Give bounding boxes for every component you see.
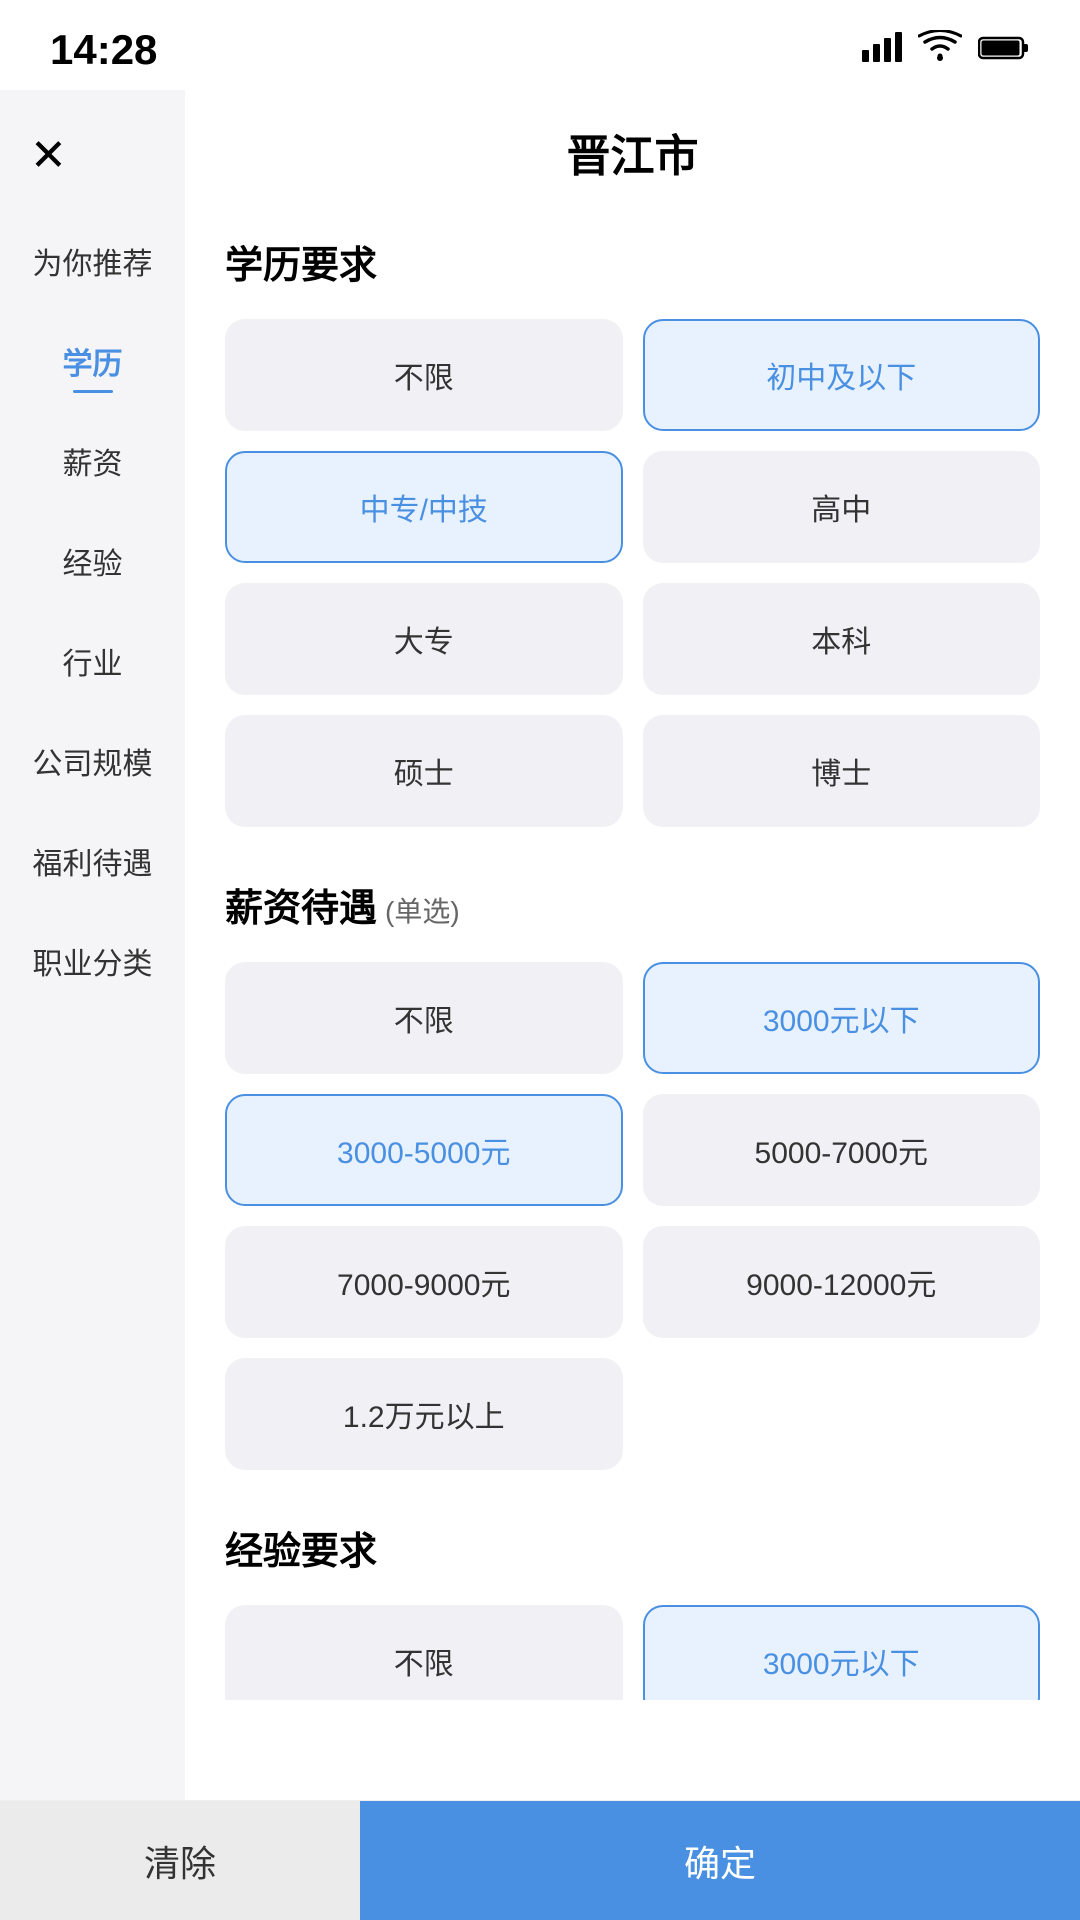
battery-icon [978,29,1030,71]
edu-vocational-btn[interactable]: 中专/中技 [225,451,623,563]
status-icons [862,29,1030,71]
clear-button[interactable]: 清除 [0,1801,360,1920]
experience-section-title: 经验要求 [225,1520,1040,1575]
sidebar: ✕ 为你推荐 学历 薪资 经验 行业 公司规模 福利待遇 职业分类 [0,90,185,1800]
edu-unlimited-btn[interactable]: 不限 [225,319,623,431]
signal-icon [862,29,902,71]
sidebar-item-education[interactable]: 学历 [0,311,185,411]
education-section-title: 学历要求 [225,234,1040,289]
sal-7000-9000-btn[interactable]: 7000-9000元 [225,1226,623,1338]
education-section: 学历要求 不限 初中及以下 中专/中技 高中 大专 本科 硕士 博士 [225,234,1040,827]
salary-section: 薪资待遇(单选) 不限 3000元以下 3000-5000元 5000-7000… [225,877,1040,1470]
sidebar-item-job-type[interactable]: 职业分类 [0,911,185,1011]
experience-section: 经验要求 不限 3000元以下 [225,1520,1040,1700]
salary-section-title: 薪资待遇(单选) [225,877,1040,932]
sidebar-item-benefits[interactable]: 福利待遇 [0,811,185,911]
page-title: 晋江市 [225,120,1040,184]
sidebar-item-recommend[interactable]: 为你推荐 [0,211,185,311]
edu-highschool-btn[interactable]: 高中 [643,451,1041,563]
salary-options-grid: 不限 3000元以下 3000-5000元 5000-7000元 7000-90… [225,962,1040,1470]
sal-unlimited-btn[interactable]: 不限 [225,962,623,1074]
edu-junior-btn[interactable]: 初中及以下 [643,319,1041,431]
confirm-button[interactable]: 确定 [360,1801,1080,1920]
sidebar-item-salary[interactable]: 薪资 [0,411,185,511]
sal-3000-5000-btn[interactable]: 3000-5000元 [225,1094,623,1206]
status-time: 14:28 [50,26,157,74]
edu-college-btn[interactable]: 大专 [225,583,623,695]
sidebar-item-experience[interactable]: 经验 [0,511,185,611]
exp-below3000-btn[interactable]: 3000元以下 [643,1605,1041,1700]
wifi-icon [918,29,962,71]
education-options-grid: 不限 初中及以下 中专/中技 高中 大专 本科 硕士 博士 [225,319,1040,827]
sidebar-item-industry[interactable]: 行业 [0,611,185,711]
exp-unlimited-btn[interactable]: 不限 [225,1605,623,1700]
edu-master-btn[interactable]: 硕士 [225,715,623,827]
sidebar-item-company-size[interactable]: 公司规模 [0,711,185,811]
close-button[interactable]: ✕ [0,110,185,211]
experience-options-grid: 不限 3000元以下 [225,1605,1040,1700]
sal-5000-7000-btn[interactable]: 5000-7000元 [643,1094,1041,1206]
edu-doctor-btn[interactable]: 博士 [643,715,1041,827]
edu-bachelor-btn[interactable]: 本科 [643,583,1041,695]
sal-below3000-btn[interactable]: 3000元以下 [643,962,1041,1074]
status-bar: 14:28 [0,0,1080,90]
sal-above12000-btn[interactable]: 1.2万元以上 [225,1358,623,1470]
bottom-bar: 清除 确定 [0,1800,1080,1920]
sal-9000-12000-btn[interactable]: 9000-12000元 [643,1226,1041,1338]
main-layout: ✕ 为你推荐 学历 薪资 经验 行业 公司规模 福利待遇 职业分类 晋江市 学历… [0,90,1080,1800]
content-area: 晋江市 学历要求 不限 初中及以下 中专/中技 高中 大专 本科 硕士 博士 薪… [185,90,1080,1800]
